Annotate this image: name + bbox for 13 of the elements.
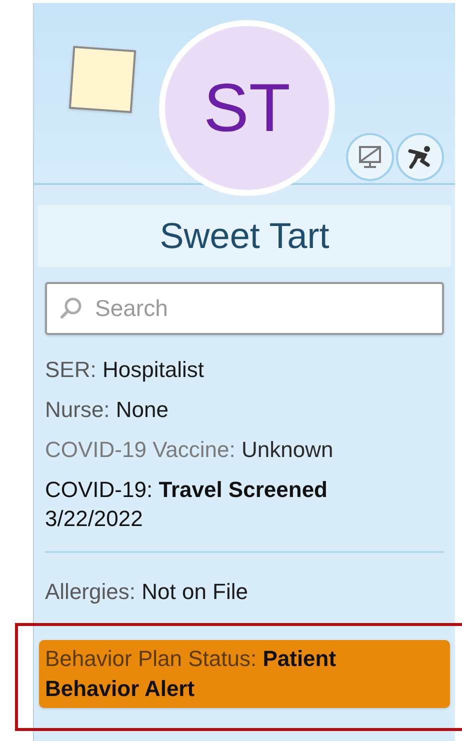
detail-line: Nurse: None	[45, 396, 170, 424]
detail-line: COVID-19 Vaccine: Unknown	[45, 436, 334, 464]
search-field[interactable]: Search	[45, 282, 444, 335]
detail-line: COVID-19: Travel Screened 3/22/2022	[45, 476, 328, 533]
allergies-line: Allergies: Not on File	[45, 578, 249, 606]
monitor-icon[interactable]	[346, 133, 394, 181]
sticky-note-icon[interactable]	[68, 46, 136, 114]
behavior-alert: Behavior Plan Status: Patient Behavior Alert	[39, 640, 450, 708]
search-icon	[58, 295, 84, 321]
running-figure-icon[interactable]	[396, 133, 444, 181]
detail-line: SER: Hospitalist	[45, 356, 205, 384]
avatar-initials: ST	[204, 74, 290, 142]
patient-name: Sweet Tart	[160, 214, 330, 258]
